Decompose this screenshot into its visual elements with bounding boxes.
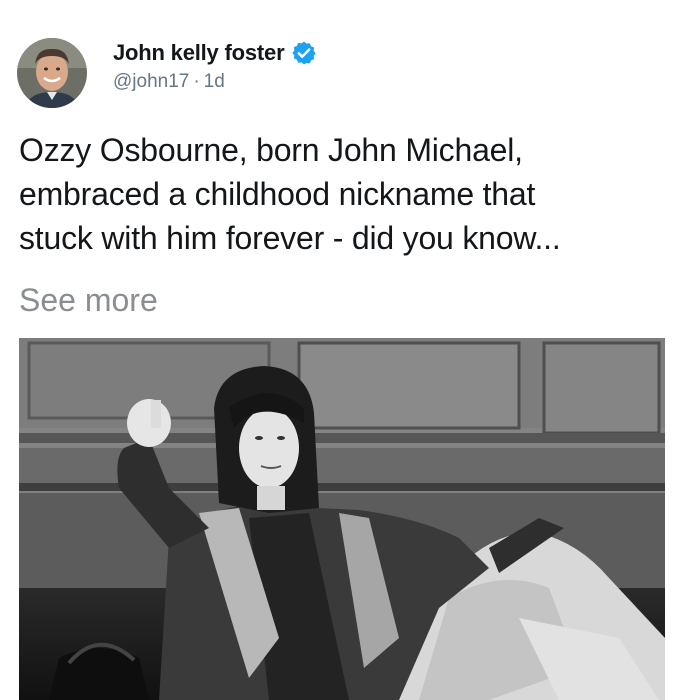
- see-more-link[interactable]: See more: [19, 278, 158, 322]
- tweet-header: John kelly foster @john17 · 1d: [113, 38, 317, 93]
- author-display-name[interactable]: John kelly foster: [113, 40, 285, 66]
- tweet-text-line: embraced a childhood nickname that: [19, 176, 536, 212]
- tweet-media-photo[interactable]: [19, 338, 665, 700]
- author-avatar[interactable]: [17, 38, 87, 108]
- verified-badge-icon: [291, 40, 317, 66]
- tweet-card: John kelly foster @john17 · 1d Ozzy Osbour…: [0, 0, 700, 700]
- tweet-meta: @john17 · 1d: [113, 71, 317, 93]
- meta-separator: ·: [193, 71, 200, 92]
- author-handle[interactable]: @john17: [113, 71, 189, 92]
- photo-image: [19, 338, 665, 700]
- tweet-text-line: stuck with him forever - did you know...: [19, 220, 561, 256]
- avatar-photo-icon: [17, 38, 87, 108]
- tweet-text-line: Ozzy Osbourne, born John Michael,: [19, 132, 523, 168]
- author-name-row: John kelly foster: [113, 38, 317, 68]
- tweet-text: Ozzy Osbourne, born John Michael, embrac…: [19, 128, 689, 260]
- tweet-timestamp[interactable]: 1d: [204, 71, 225, 92]
